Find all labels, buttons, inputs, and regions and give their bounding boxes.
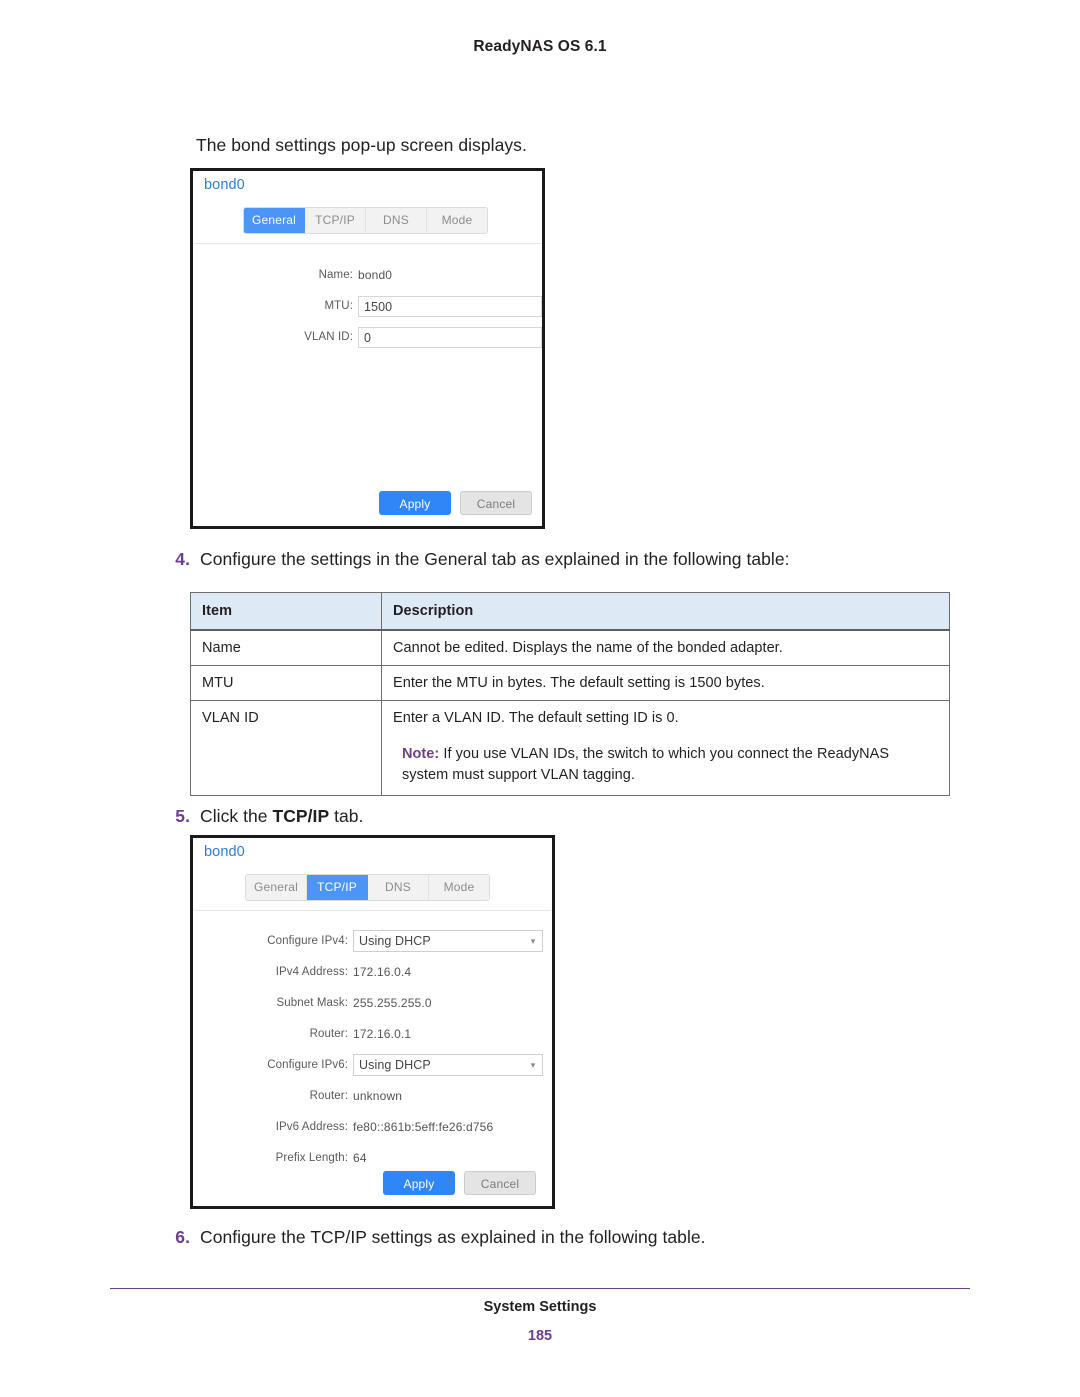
value-router-ipv4: 172.16.0.1 [353,1027,412,1041]
dialog-buttons-tcpip: Apply Cancel [383,1171,536,1195]
field-row-configure-ipv6: Configure IPv6: Using DHCP ▾ [193,1054,552,1076]
label-ipv4-address: IPv4 Address: [275,966,348,978]
field-row-mtu: MTU: 1500 [193,295,542,317]
label-name: Name: [318,269,353,281]
label-subnet-mask: Subnet Mask: [276,997,348,1009]
chevron-down-icon: ▾ [530,935,536,946]
tab-general[interactable]: General [244,208,305,233]
label-mtu: MTU: [324,300,353,312]
table-cell-description-text: Enter a VLAN ID. The default setting ID … [393,710,679,726]
step-6-number: 6. [175,1227,190,1247]
apply-button[interactable]: Apply [379,491,451,515]
label-configure-ipv4: Configure IPv4: [267,935,348,947]
label-vlan-id: VLAN ID: [304,331,353,343]
table-cell-description: Enter the MTU in bytes. The default sett… [381,665,950,701]
value-prefix-length: 64 [353,1151,367,1165]
table-cell-note: Note: If you use VLAN IDs, the switch to… [402,744,938,786]
table-header-row: Item Description [190,592,950,631]
table-header-description: Description [381,592,950,631]
step-5: 5. Click the TCP/IP tab. [152,806,363,827]
label-configure-ipv6: Configure IPv6: [267,1059,348,1071]
label-ipv6-address: IPv6 Address: [275,1121,348,1133]
step-5-suffix: tab. [329,806,364,826]
vlan-id-input[interactable]: 0 [358,326,542,348]
table-row: MTU Enter the MTU in bytes. The default … [190,665,950,701]
value-ipv6-address: fe80::861b:5eff:fe26:d756 [353,1120,494,1134]
table-cell-item: Name [190,629,382,666]
screenshot-bond0-general: bond0 General TCP/IP DNS Mode Name: bond… [190,168,545,529]
step-5-number: 5. [175,806,190,826]
table-header-item: Item [190,592,382,631]
footer-divider [110,1288,970,1289]
form-tcpip: Configure IPv4: Using DHCP ▾ IPv4 Addres… [193,930,552,1178]
configure-ipv4-value: Using DHCP [359,934,431,948]
table-row: VLAN ID Enter a VLAN ID. The default set… [190,699,950,797]
tab-separator [194,910,551,911]
tab-mode[interactable]: Mode [429,875,489,900]
value-name: bond0 [358,268,393,282]
apply-button[interactable]: Apply [383,1171,455,1195]
configure-ipv6-value: Using DHCP [359,1058,431,1072]
note-text: If you use VLAN IDs, the switch to which… [402,746,890,784]
value-ipv4-address: 172.16.0.4 [353,965,412,979]
step-6: 6. Configure the TCP/IP settings as expl… [152,1227,706,1248]
dialog-title-general: bond0 [204,177,245,193]
footer-page-number: 185 [527,1328,553,1344]
table-cell-description: Cannot be edited. Displays the name of t… [381,629,950,666]
field-row-name: Name: bond0 [193,264,542,286]
chevron-down-icon: ▾ [530,1059,536,1070]
label-router-ipv4: Router: [309,1028,348,1040]
field-row-router-ipv6: Router: unknown [193,1085,552,1107]
tab-general[interactable]: General [246,875,307,900]
field-row-subnet-mask: Subnet Mask: 255.255.255.0 [193,992,552,1014]
step-5-text: Click the TCP/IP tab. [200,806,363,827]
field-row-vlan-id: VLAN ID: 0 [193,326,542,348]
tab-separator [194,243,541,244]
tabstrip-general: General TCP/IP DNS Mode [243,207,488,234]
table-cell-description: Enter a VLAN ID. The default setting ID … [381,699,950,797]
dialog-title-tcpip: bond0 [204,844,245,860]
tabstrip-tcpip: General TCP/IP DNS Mode [245,874,490,901]
tab-mode[interactable]: Mode [427,208,487,233]
field-row-configure-ipv4: Configure IPv4: Using DHCP ▾ [193,930,552,952]
step-4-text: Configure the settings in the General ta… [200,549,790,569]
mtu-input[interactable]: 1500 [358,295,542,317]
step-5-prefix: Click the [200,806,273,826]
table-cell-item: VLAN ID [190,699,382,797]
field-row-prefix-length: Prefix Length: 64 [193,1147,552,1169]
note-label: Note: [402,746,440,762]
form-general: Name: bond0 MTU: 1500 VLAN ID: 0 [193,264,542,357]
dialog-buttons-general: Apply Cancel [379,491,532,515]
table-row: Name Cannot be edited. Displays the name… [190,629,950,666]
cancel-button[interactable]: Cancel [464,1171,536,1195]
tab-tcpip[interactable]: TCP/IP [305,208,366,233]
step-4-number: 4. [175,549,190,569]
lead-paragraph: The bond settings pop-up screen displays… [196,135,527,155]
tab-tcpip[interactable]: TCP/IP [307,875,368,900]
label-prefix-length: Prefix Length: [275,1152,348,1164]
tab-dns[interactable]: DNS [368,875,429,900]
footer-title: System Settings [483,1299,597,1315]
field-row-router-ipv4: Router: 172.16.0.1 [193,1023,552,1045]
screenshot-bond0-tcpip: bond0 General TCP/IP DNS Mode Configure … [190,835,555,1209]
table-cell-item: MTU [190,665,382,701]
settings-description-table: Item Description Name Cannot be edited. … [190,592,950,797]
label-router-ipv6: Router: [309,1090,348,1102]
field-row-ipv4-address: IPv4 Address: 172.16.0.4 [193,961,552,983]
value-subnet-mask: 255.255.255.0 [353,996,432,1010]
cancel-button[interactable]: Cancel [460,491,532,515]
step-4: 4. Configure the settings in the General… [152,549,790,570]
step-6-text: Configure the TCP/IP settings as explain… [200,1227,706,1247]
configure-ipv6-select[interactable]: Using DHCP ▾ [353,1054,543,1076]
step-5-bold: TCP/IP [272,806,330,826]
tab-dns[interactable]: DNS [366,208,427,233]
field-row-ipv6-address: IPv6 Address: fe80::861b:5eff:fe26:d756 [193,1116,552,1138]
running-head: ReadyNAS OS 6.1 [473,38,607,55]
value-router-ipv6: unknown [353,1089,403,1103]
configure-ipv4-select[interactable]: Using DHCP ▾ [353,930,543,952]
